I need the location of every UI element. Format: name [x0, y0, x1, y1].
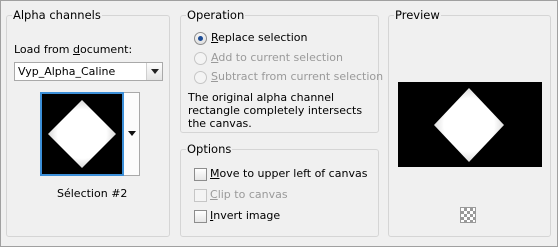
- replace-selection-radio[interactable]: [194, 32, 207, 45]
- operation-title: Operation: [186, 8, 246, 22]
- clip-to-canvas-label[interactable]: Clip to canvas: [210, 188, 288, 201]
- options-title: Options: [186, 142, 233, 156]
- preview-diamond: [434, 88, 504, 162]
- preview-title: Preview: [394, 8, 441, 22]
- invert-image-label[interactable]: Invert image: [210, 209, 280, 222]
- checker-zoom-icon[interactable]: [460, 207, 476, 223]
- preview-canvas: [398, 82, 542, 167]
- thumbnail-dropdown-button[interactable]: [124, 92, 140, 176]
- move-upper-left-label[interactable]: Move to upper left of canvas: [210, 167, 367, 180]
- selection-name-label: Sélection #2: [57, 187, 128, 200]
- invert-image-checkbox[interactable]: [194, 210, 207, 223]
- clip-to-canvas-checkbox[interactable]: [194, 189, 207, 202]
- subtract-from-selection-label[interactable]: Subtract from current selection: [211, 70, 383, 83]
- document-dropdown-value: Vyp_Alpha_Caline: [18, 65, 116, 78]
- diamond-selection-icon: [48, 100, 116, 168]
- add-to-selection-label[interactable]: Add to current selection: [211, 51, 343, 64]
- load-from-document-label: Load from document:: [14, 43, 133, 56]
- subtract-from-selection-radio[interactable]: [194, 71, 207, 84]
- operation-note: The original alpha channel rectangle com…: [188, 91, 363, 130]
- replace-selection-label[interactable]: Replace selection: [211, 31, 307, 44]
- add-to-selection-radio[interactable]: [194, 52, 207, 65]
- document-dropdown[interactable]: Vyp_Alpha_Caline: [14, 62, 163, 81]
- alpha-channels-title: Alpha channels: [12, 8, 102, 22]
- selection-thumbnail[interactable]: [40, 92, 124, 176]
- move-upper-left-checkbox[interactable]: [194, 168, 207, 181]
- chevron-down-icon[interactable]: [146, 63, 162, 80]
